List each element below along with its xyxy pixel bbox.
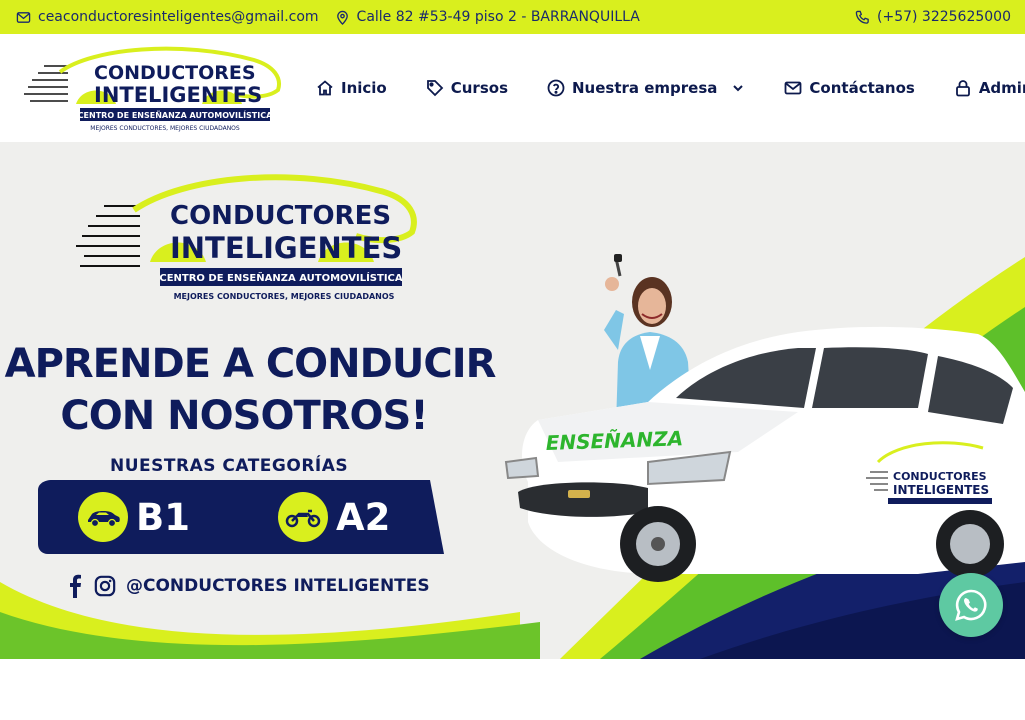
category-b1-badge [78, 492, 128, 542]
main-nav: Inicio Cursos Nuestra empresa Contáctano… [316, 34, 1025, 142]
map-pin-icon [336, 10, 348, 25]
nav-item-inicio[interactable]: Inicio [316, 79, 387, 97]
logo-tagline: MEJORES CONDUCTORES, MEJORES CIUDADANOS [90, 125, 240, 132]
hero-headline: APRENDE A CONDUCIR CON NOSOTROS! [0, 338, 510, 442]
car-door-logo-line2: INTELIGENTES [893, 483, 989, 497]
categories-title: NUESTRAS CATEGORÍAS [110, 456, 349, 476]
tag-icon [426, 80, 444, 97]
site-logo[interactable]: CONDUCTORES INTELIGENTES CENTRO DE ENSEÑ… [22, 42, 284, 134]
hero-logo-tagline: MEJORES CONDUCTORES, MEJORES CIUDADANOS [174, 292, 395, 301]
nav-item-nuestra-empresa[interactable]: Nuestra empresa [547, 79, 744, 97]
hero-headline-line2: CON NOSOTROS! [60, 393, 428, 439]
car-icon [88, 511, 120, 528]
logo-line2: INTELIGENTES [94, 83, 262, 107]
nav-item-cursos[interactable]: Cursos [426, 79, 508, 97]
envelope-icon [16, 11, 31, 23]
social-handle[interactable]: @CONDUCTORES INTELIGENTES [126, 576, 430, 596]
nav-label-admin[interactable]: Admin [979, 79, 1025, 97]
facebook-icon[interactable] [64, 574, 86, 598]
home-icon [317, 80, 333, 96]
topbar-email-text[interactable]: ceaconductoresinteligentes@gmail.com [38, 9, 319, 25]
chevron-down-icon[interactable] [732, 82, 744, 94]
car-hood-text: ENSEÑANZA [545, 426, 683, 455]
site-header: CONDUCTORES INTELIGENTES CENTRO DE ENSEÑ… [0, 34, 1025, 142]
category-b1[interactable]: B1 [78, 492, 190, 542]
category-a2-badge [278, 492, 328, 542]
topbar-phone-text[interactable]: (+57) 3225625000 [877, 9, 1011, 25]
driving-school-car: ENSEÑANZA CONDUCTORES INTELIGENTES [504, 326, 1025, 582]
hero-headline-line1: APRENDE A CONDUCIR [4, 341, 497, 387]
phone-icon [855, 10, 869, 24]
hero-banner: CONDUCTORES INTELIGENTES CENTRO DE ENSEÑ… [0, 142, 1025, 659]
hero-logo: CONDUCTORES INTELIGENTES CENTRO DE ENSEÑ… [76, 174, 417, 301]
category-b1-label: B1 [136, 495, 190, 539]
whatsapp-button[interactable] [939, 573, 1003, 637]
nav-label-inicio[interactable]: Inicio [341, 79, 387, 97]
topbar-email[interactable]: ceaconductoresinteligentes@gmail.com [16, 9, 319, 25]
hero-logo-line2: INTELIGENTES [170, 231, 402, 265]
question-circle-icon [547, 79, 565, 97]
hero-logo-line1: CONDUCTORES [170, 201, 391, 231]
envelope-icon [785, 81, 802, 95]
topbar-address-text: Calle 82 #53-49 piso 2 - BARRANQUILLA [356, 9, 640, 25]
nav-label-cursos[interactable]: Cursos [451, 79, 508, 97]
top-contact-bar: ceaconductoresinteligentes@gmail.com Cal… [0, 0, 1025, 34]
category-a2[interactable]: A2 [278, 492, 390, 542]
car-door-logo-line1: CONDUCTORES [893, 470, 987, 483]
logo-line1: CONDUCTORES [94, 62, 256, 84]
nav-label-nuestra-empresa[interactable]: Nuestra empresa [572, 79, 717, 97]
nav-item-contactanos[interactable]: Contáctanos [784, 79, 915, 97]
topbar-address: Calle 82 #53-49 piso 2 - BARRANQUILLA [335, 9, 640, 25]
whatsapp-icon [955, 589, 987, 621]
nav-item-admin[interactable]: Admin [954, 79, 1025, 97]
nav-label-contactanos[interactable]: Contáctanos [809, 79, 914, 97]
social-row: @CONDUCTORES INTELIGENTES [64, 574, 430, 598]
instagram-icon[interactable] [94, 574, 116, 598]
logo-band-text: CENTRO DE ENSEÑANZA AUTOMOVILÍSTICA [78, 109, 273, 120]
topbar-phone[interactable]: (+57) 3225625000 [855, 9, 1011, 25]
hero-logo-band: CENTRO DE ENSEÑANZA AUTOMOVILÍSTICA [159, 271, 403, 284]
lock-icon [955, 80, 970, 97]
category-a2-label: A2 [336, 495, 391, 539]
motorcycle-icon [285, 509, 321, 528]
